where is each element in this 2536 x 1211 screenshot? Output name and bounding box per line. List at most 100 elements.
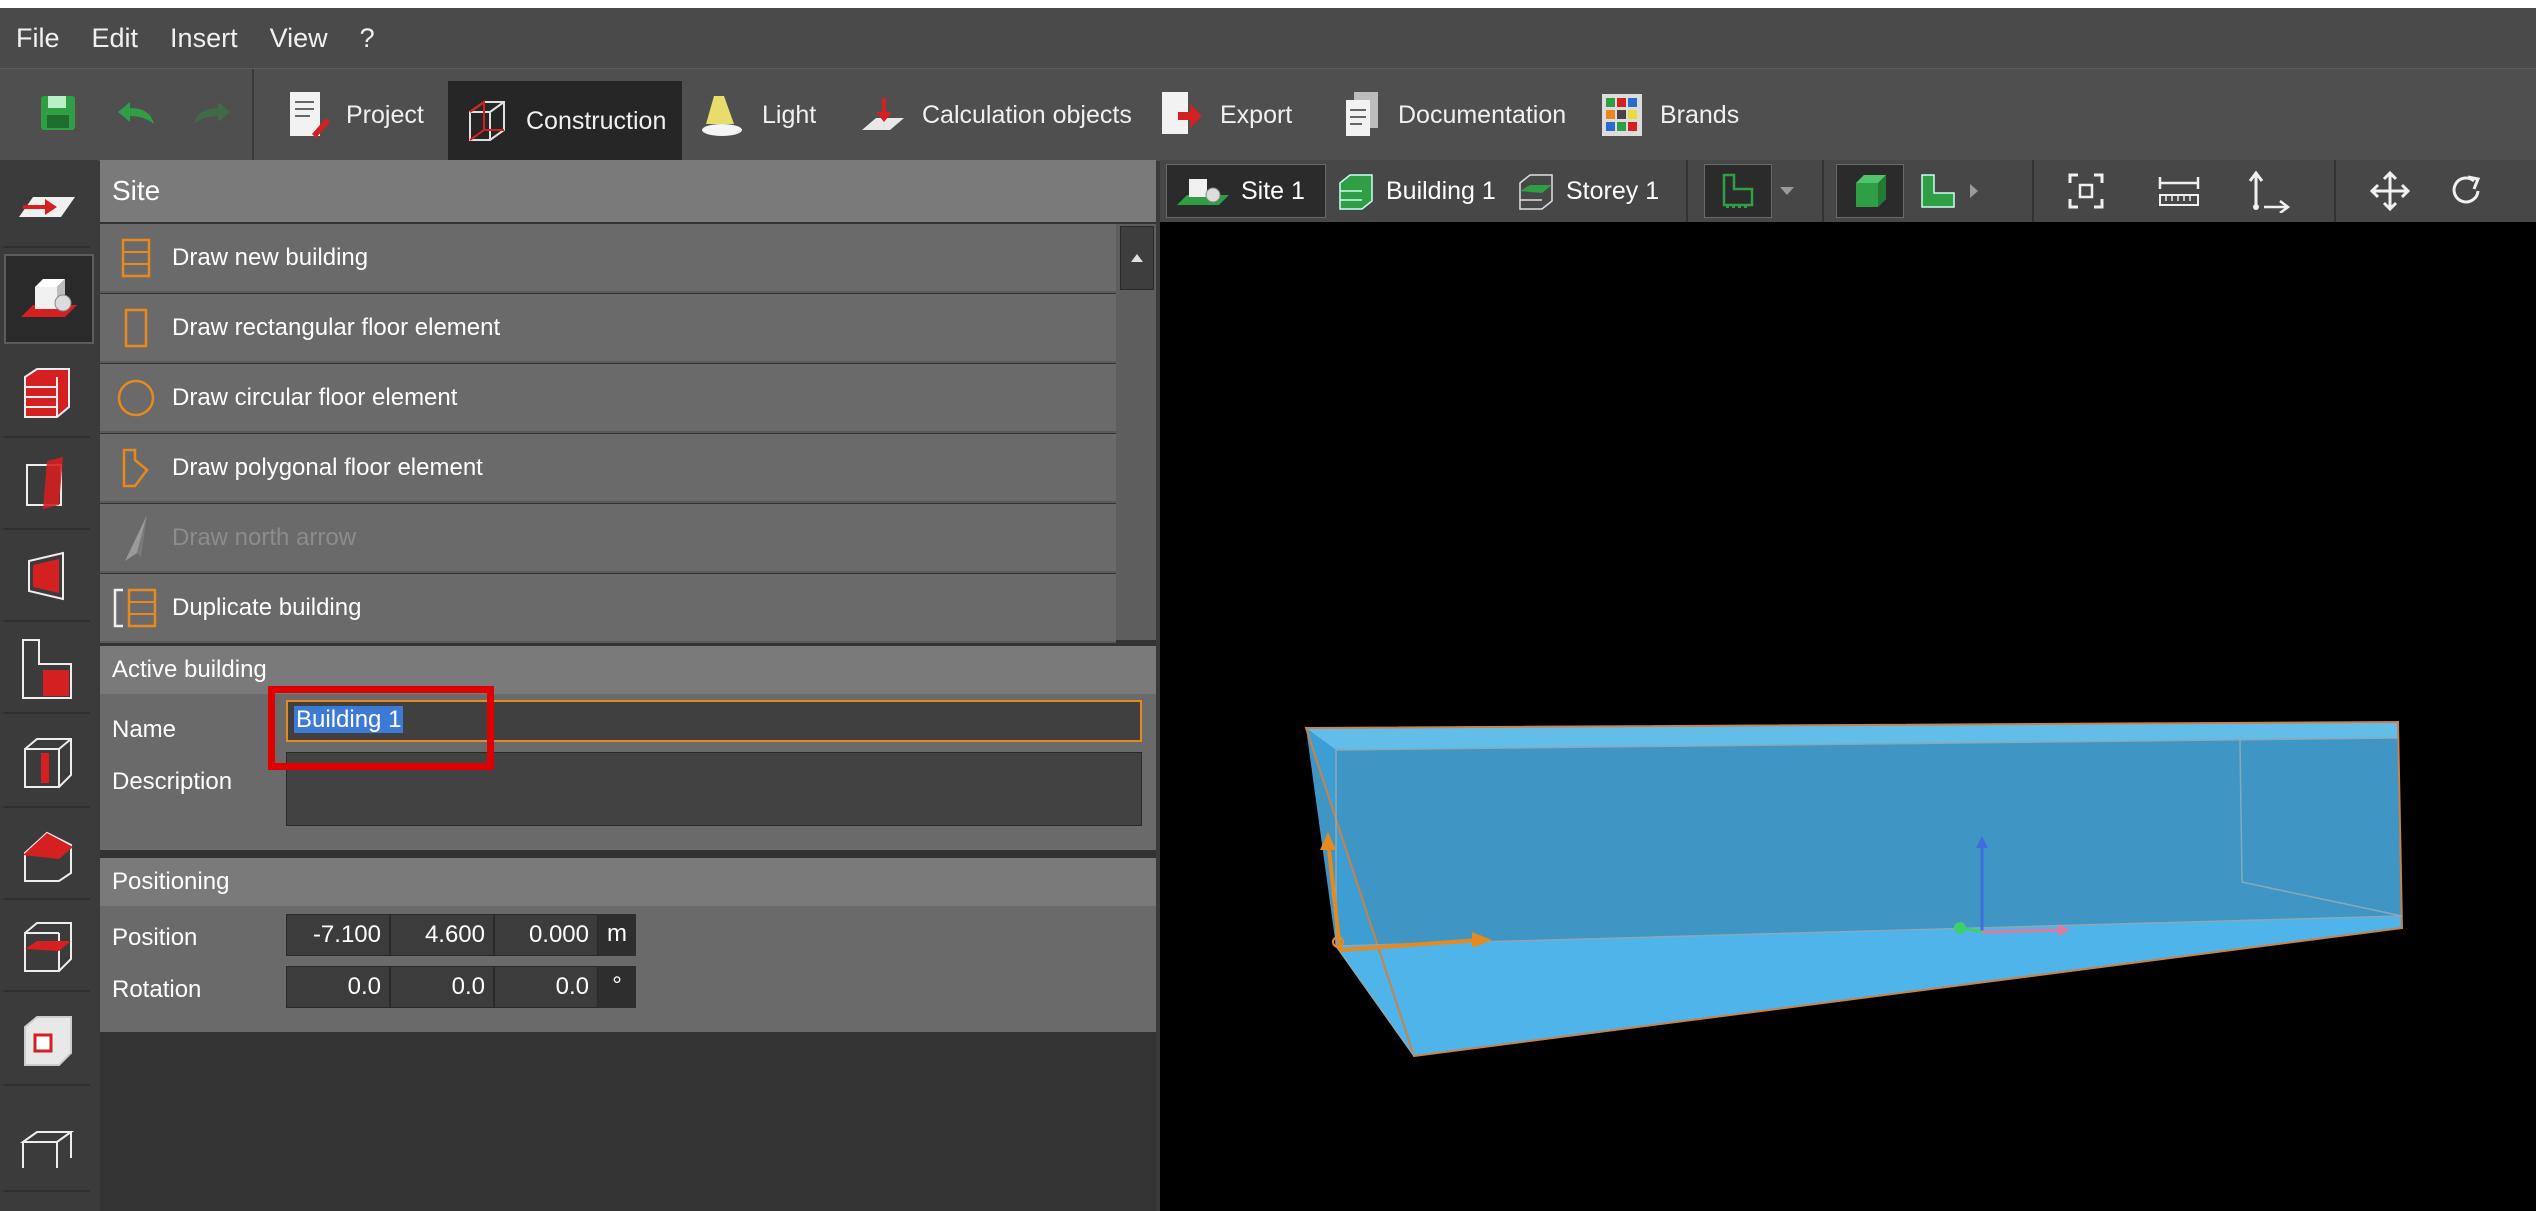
toolbar-separator — [252, 69, 254, 161]
solid-view-button[interactable] — [1836, 164, 1904, 218]
polygon-icon — [122, 448, 149, 487]
command-label: Duplicate building — [172, 593, 362, 621]
ceiling-icon — [24, 922, 72, 972]
tab-construction[interactable]: Construction — [448, 81, 683, 161]
save-button[interactable] — [28, 83, 88, 143]
duplicate-icon — [113, 588, 157, 627]
viewport-separator — [2032, 160, 2034, 222]
tab-brands-label: Brands — [1660, 100, 1740, 129]
furniture-icon — [19, 1131, 75, 1168]
command-label: Draw north arrow — [172, 523, 357, 551]
rotation-label: Rotation — [112, 976, 202, 1003]
scroll-up-button[interactable] — [1120, 226, 1154, 290]
3d-scene — [1304, 720, 2404, 1058]
undo-button[interactable] — [106, 83, 166, 143]
chevron-right-icon — [1970, 184, 1978, 198]
rotation-unit: ° — [598, 966, 636, 1008]
roof-tool-button[interactable] — [4, 812, 90, 900]
annotation-highlight-box — [268, 686, 494, 770]
command-list-scrollbar[interactable] — [1116, 224, 1156, 640]
tab-construction-label: Construction — [526, 106, 667, 135]
position-x-field[interactable]: -7.100 — [286, 914, 390, 956]
dimension-button[interactable] — [2246, 164, 2292, 218]
menu-insert[interactable]: Insert — [154, 8, 254, 68]
rotation-z-field[interactable]: 0.0 — [494, 966, 598, 1008]
floor-plan-dropdown[interactable] — [1778, 164, 1796, 218]
command-draw-circular-floor[interactable]: Draw circular floor element — [100, 364, 1116, 433]
site-header-label: Site — [112, 175, 161, 206]
floor-green-icon — [1921, 174, 1955, 208]
command-draw-rectangular-floor[interactable]: Draw rectangular floor element — [100, 294, 1116, 363]
building-tool-button[interactable] — [4, 254, 94, 344]
box-back-face — [1306, 722, 2402, 946]
documentation-icon — [1346, 92, 1378, 136]
floor-plan-mode-button[interactable] — [1704, 164, 1772, 218]
floor-view-button[interactable] — [1918, 164, 1958, 218]
properties-panel: Site Draw new building Draw rectangular … — [100, 160, 1156, 1211]
tab-project[interactable]: Project — [270, 81, 440, 149]
construction-icon — [469, 100, 505, 141]
column-tool-button[interactable] — [4, 720, 90, 808]
north-arrow-icon — [125, 514, 147, 561]
tab-export[interactable]: Export — [1142, 81, 1308, 149]
breadcrumb-site[interactable]: Site 1 — [1166, 164, 1326, 218]
wall-tool-button[interactable] — [4, 442, 90, 530]
view-options-expand[interactable] — [1968, 164, 1980, 218]
pan-button[interactable] — [2370, 164, 2410, 218]
save-icon — [41, 96, 75, 130]
command-draw-polygonal-floor[interactable]: Draw polygonal floor element — [100, 434, 1116, 503]
tab-export-label: Export — [1220, 100, 1293, 129]
viewport-separator — [1686, 160, 1688, 222]
site-section-header: Site — [100, 160, 1156, 222]
site-small-icon — [1177, 179, 1229, 205]
storey-tool-button[interactable] — [4, 350, 90, 438]
tab-brands[interactable]: Brands — [1584, 81, 1755, 149]
tab-documentation[interactable]: Documentation — [1326, 81, 1582, 149]
left-tool-column — [0, 160, 98, 1211]
tab-light[interactable]: Light — [684, 81, 832, 149]
redo-icon — [194, 102, 230, 124]
storey-icon — [24, 368, 70, 418]
rectangle-icon — [124, 308, 148, 347]
solid-cube-icon — [1856, 175, 1886, 207]
active-building-header-label: Active building — [112, 656, 267, 683]
breadcrumb-storey[interactable]: Storey 1 — [1516, 164, 1659, 218]
description-label: Description — [112, 768, 233, 795]
ceiling-tool-button[interactable] — [4, 904, 90, 992]
position-z-field[interactable]: 0.000 — [494, 914, 598, 956]
zoom-extents-icon — [2068, 173, 2104, 209]
menu-edit[interactable]: Edit — [76, 8, 155, 68]
storey-green-icon — [1519, 174, 1553, 210]
redo-button[interactable] — [182, 83, 242, 143]
menu-view[interactable]: View — [254, 8, 344, 68]
export-icon — [1162, 92, 1202, 134]
breadcrumb-building[interactable]: Building 1 — [1336, 164, 1496, 218]
rotation-x-field[interactable]: 0.0 — [286, 966, 390, 1008]
undo-icon — [118, 102, 154, 124]
opening-icon — [28, 551, 64, 601]
rotation-y-field[interactable]: 0.0 — [390, 966, 494, 1008]
room-tool-button[interactable] — [4, 998, 90, 1086]
menu-file[interactable]: File — [0, 8, 76, 68]
command-duplicate-building[interactable]: Duplicate building — [100, 574, 1116, 643]
rotate-button[interactable] — [2446, 164, 2486, 218]
positioning-properties: Position -7.100 4.600 0.000 m Rotation 0… — [100, 906, 1156, 1032]
site-icon — [19, 197, 75, 217]
tab-calculation-objects[interactable]: Calculation objects — [844, 81, 1148, 149]
3d-viewport[interactable] — [1160, 160, 2536, 1211]
site-tool-button[interactable] — [4, 160, 90, 248]
opening-tool-button[interactable] — [4, 534, 90, 622]
menu-help[interactable]: ? — [344, 8, 391, 68]
position-y-field[interactable]: 4.600 — [390, 914, 494, 956]
command-draw-new-building[interactable]: Draw new building — [100, 224, 1116, 293]
menu-bar: File Edit Insert View ? — [0, 8, 2536, 68]
measure-button[interactable] — [2156, 164, 2202, 218]
dimension-icon — [2248, 170, 2291, 213]
furniture-tool-button[interactable] — [4, 1104, 90, 1192]
floor-tool-button[interactable] — [4, 626, 90, 714]
light-icon — [702, 96, 742, 136]
roof-icon — [23, 831, 73, 882]
measure-icon — [2158, 177, 2200, 206]
window-top-strip — [0, 0, 2536, 8]
zoom-extents-button[interactable] — [2066, 164, 2106, 218]
